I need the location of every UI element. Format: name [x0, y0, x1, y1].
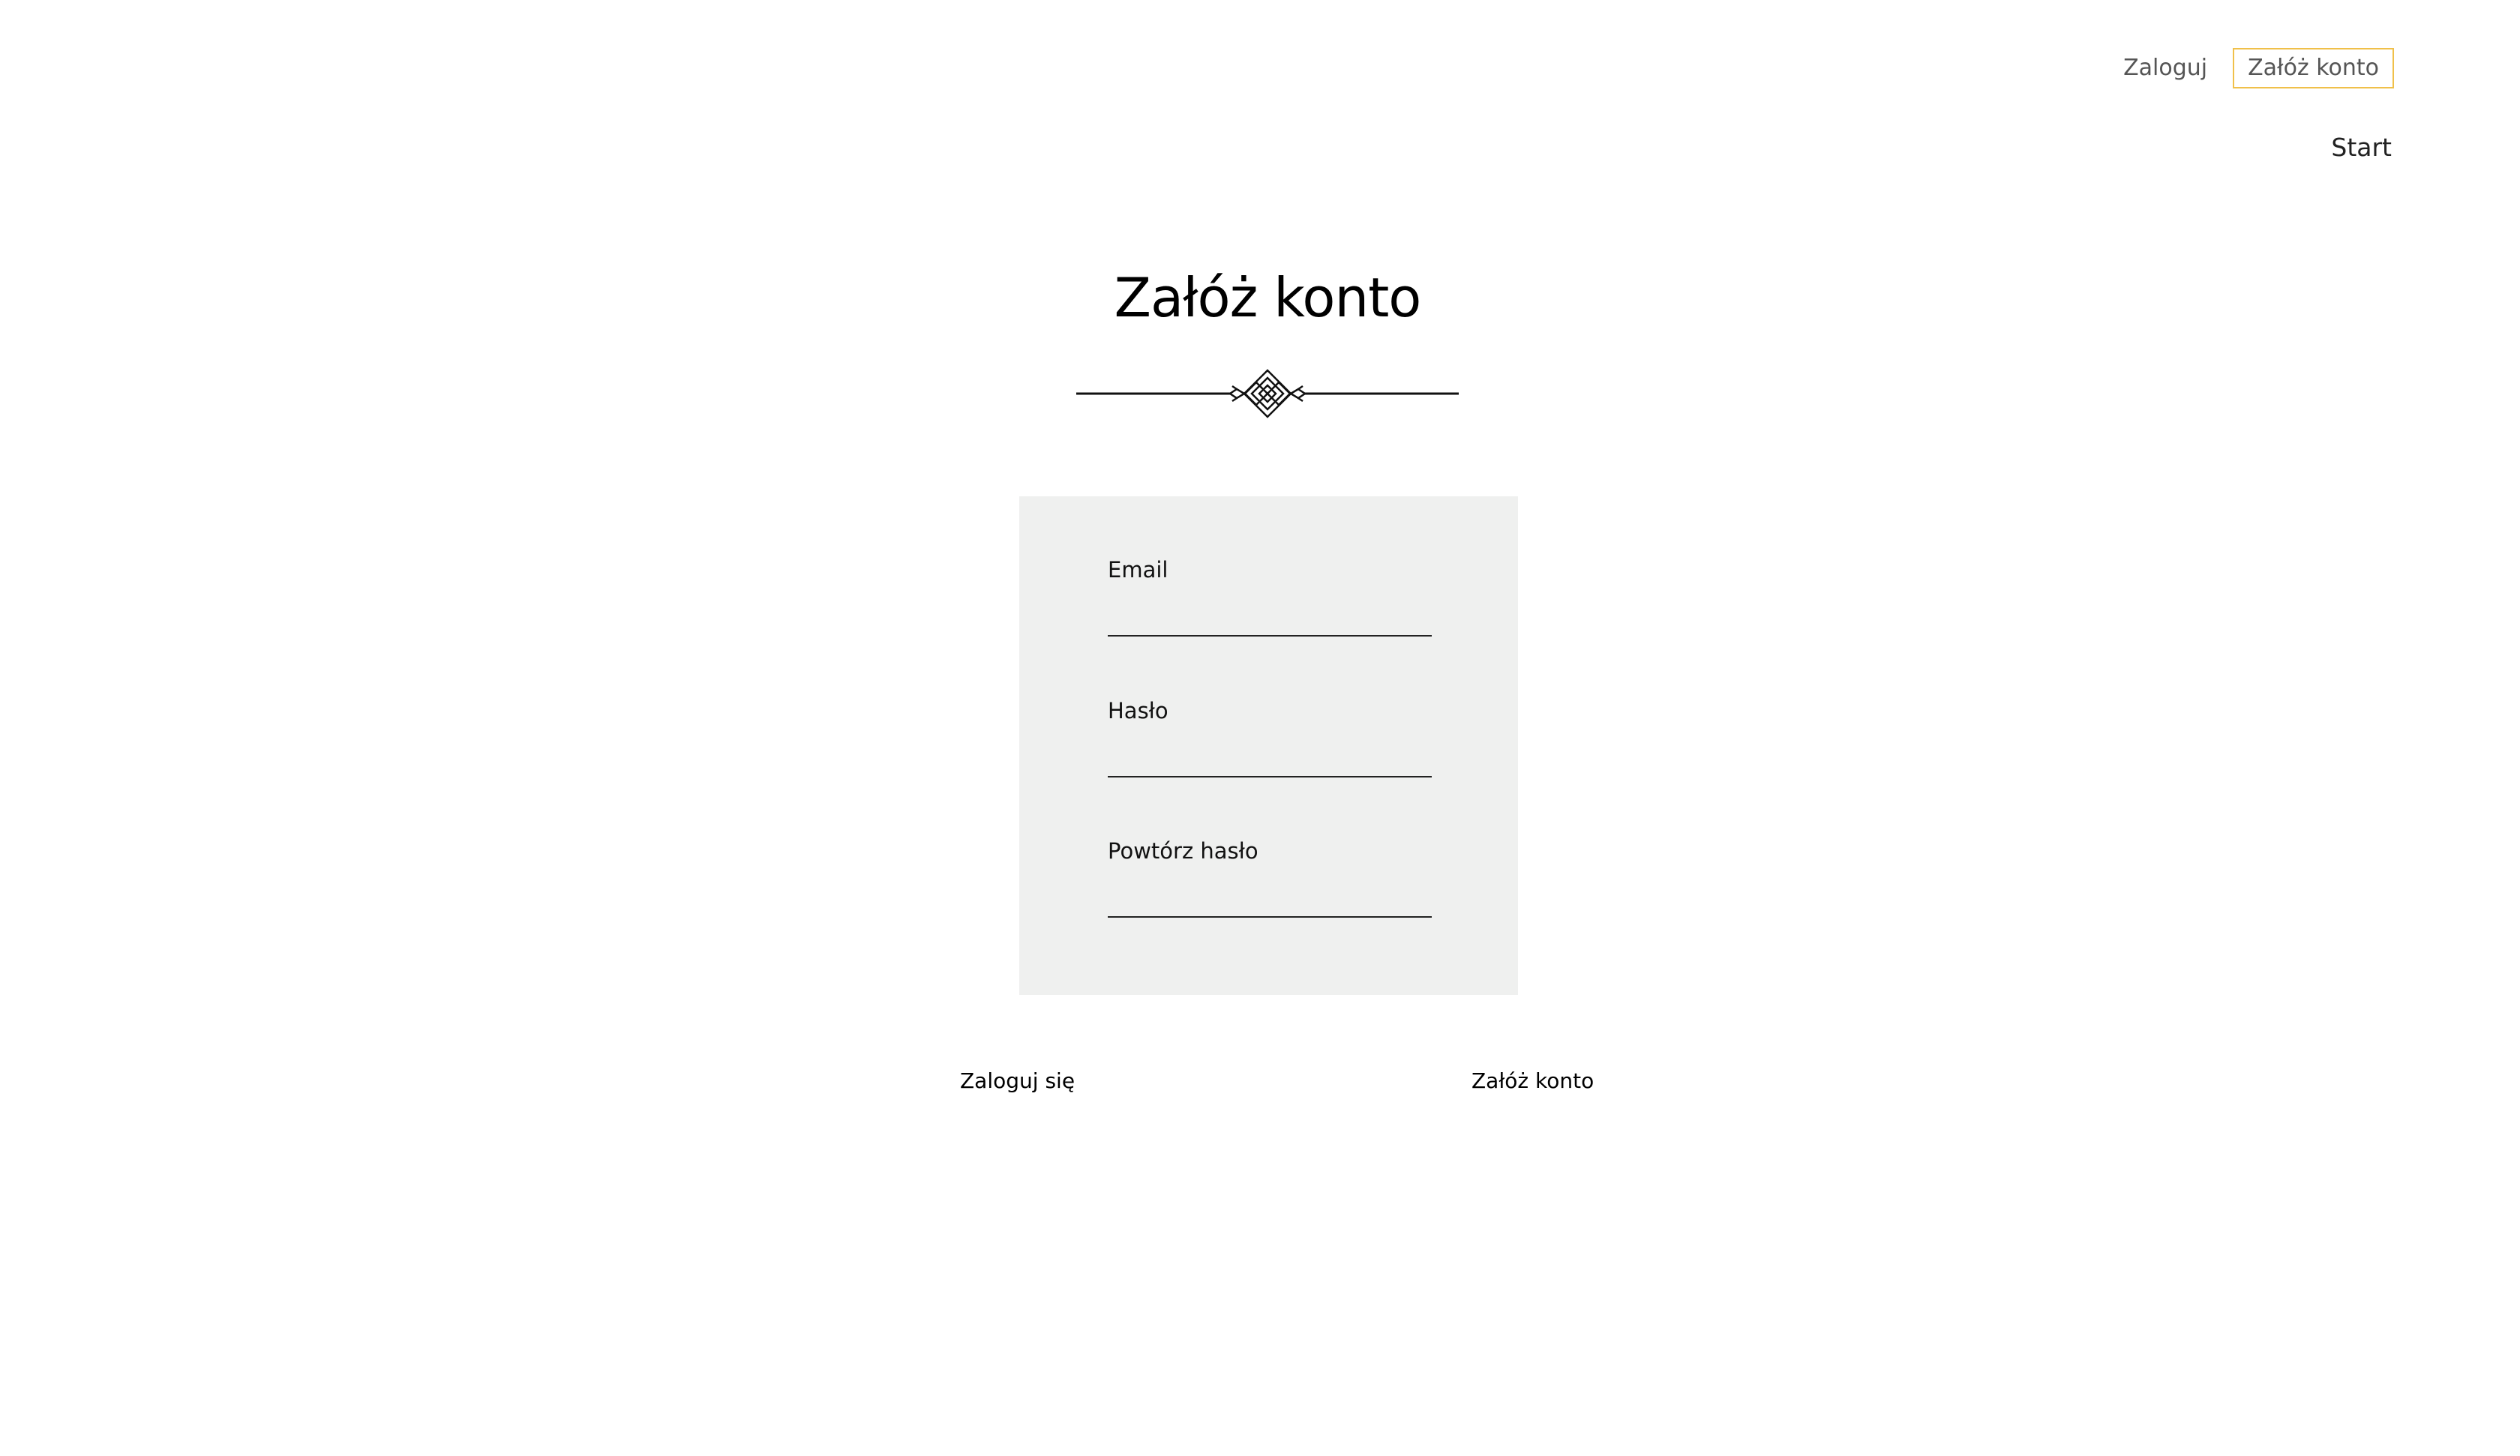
password-label: Hasło [1108, 698, 1168, 724]
email-field-group: Email [1108, 559, 1432, 637]
password-field-group: Hasło [1108, 700, 1432, 777]
start-link[interactable]: Start [2331, 135, 2392, 160]
register-button[interactable]: Załóż konto [2233, 48, 2394, 88]
ornamental-divider-icon [1076, 369, 1459, 418]
email-label: Email [1108, 557, 1168, 583]
login-link[interactable]: Zaloguj [2123, 57, 2207, 79]
repeat-password-input[interactable] [1108, 892, 1432, 918]
email-input[interactable] [1108, 611, 1432, 637]
login-action-button[interactable]: Zaloguj się [960, 1071, 1075, 1092]
page-title: Załóż konto [1114, 266, 1422, 329]
register-action-button[interactable]: Załóż konto [1472, 1071, 1594, 1092]
repeat-password-label: Powtórz hasło [1108, 838, 1258, 864]
register-form: Email Hasło Powtórz hasło [1019, 496, 1518, 995]
password-input[interactable] [1108, 752, 1432, 777]
repeat-password-field-group: Powtórz hasło [1108, 840, 1432, 918]
top-navigation: Zaloguj Załóż konto [2123, 48, 2394, 88]
